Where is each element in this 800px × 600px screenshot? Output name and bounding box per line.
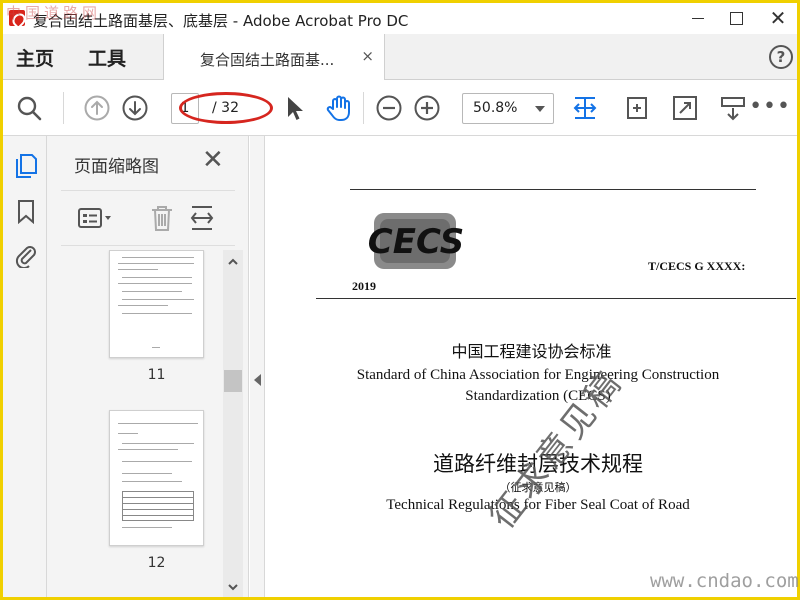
close-window-button[interactable]: ✕ [765, 6, 791, 30]
header-rule [350, 189, 756, 190]
tab-home[interactable]: 主页 [16, 44, 54, 71]
trash-icon[interactable] [149, 204, 175, 232]
more-tools-icon[interactable]: ••• [749, 94, 791, 119]
hand-icon[interactable] [325, 94, 353, 122]
thumbnail-label: 11 [147, 367, 166, 383]
tab-bar: 主页 工具 复合固结土路面基... × ? [3, 34, 797, 80]
tab-document[interactable]: 复合固结土路面基... × [163, 34, 385, 80]
organization-name-en-line2: Standardization (CECS) [465, 388, 611, 404]
rotate-view-icon[interactable] [623, 94, 651, 122]
thumbnail-label: 12 [147, 555, 166, 571]
navigation-rail [3, 136, 47, 597]
help-icon[interactable]: ? [769, 45, 793, 69]
previous-page-icon[interactable] [83, 94, 111, 122]
full-screen-icon[interactable] [671, 94, 699, 122]
search-icon[interactable] [15, 94, 43, 122]
main-toolbar: 1 / 32 50.8% ••• [3, 80, 797, 136]
chevron-down-icon [535, 106, 545, 112]
tab-tools[interactable]: 工具 [88, 44, 126, 71]
close-tab-icon[interactable]: × [361, 47, 374, 65]
maximize-button[interactable] [723, 6, 749, 30]
panel-toolbar [61, 190, 235, 246]
next-page-icon[interactable] [121, 94, 149, 122]
thumbnail-panel: 页面缩略图 ✕ 11 12 [47, 136, 249, 597]
thumbnail-scrollbar[interactable] [223, 250, 243, 597]
site-watermark-top: 中国道路网 [6, 4, 102, 22]
zoom-value: 50.8% [473, 100, 518, 116]
title-bar: 复合固结土路面基层、底基层 - Adobe Acrobat Pro DC ✕ [3, 3, 797, 34]
document-view[interactable]: CECS 2019 T/CECS G XXXX: 中国工程建设协会标准 Stan… [266, 137, 797, 597]
cecs-logo: CECS [368, 213, 464, 269]
code-rule [316, 298, 796, 299]
chevron-down-icon[interactable] [227, 581, 239, 593]
document-tab-label: 复合固结土路面基... [200, 51, 335, 69]
page-thumbnail-12[interactable] [109, 410, 204, 546]
page-thumbnails-icon[interactable] [13, 152, 39, 178]
toolbar-separator [363, 92, 364, 124]
minimize-button[interactable] [685, 6, 711, 30]
page-thumbnail-11[interactable] [109, 250, 204, 358]
document-year: 2019 [352, 279, 376, 293]
site-watermark-bottom: www.cndao.com [650, 570, 799, 592]
cursor-arrow-icon[interactable] [281, 94, 309, 122]
panel-title: 页面缩略图 [74, 157, 159, 177]
bookmark-icon[interactable] [13, 198, 39, 224]
logo-text: CECS [368, 222, 464, 262]
close-panel-icon[interactable]: ✕ [202, 147, 224, 173]
attachment-icon[interactable] [13, 242, 39, 268]
zoom-level-select[interactable]: 50.8% [462, 93, 554, 124]
organization-name-en-line1: Standard of China Association for Engine… [356, 367, 720, 383]
zoom-out-icon[interactable] [375, 94, 403, 122]
organization-name-cn: 中国工程建设协会标准 [451, 342, 612, 361]
insert-page-icon[interactable] [189, 204, 215, 232]
thumbnail-list: 11 12 [61, 250, 221, 597]
collapse-left-icon [254, 374, 261, 386]
options-menu-icon[interactable] [77, 206, 115, 232]
toolbar-separator [63, 92, 64, 124]
zoom-in-icon[interactable] [413, 94, 441, 122]
standard-code: T/CECS G XXXX: [648, 259, 746, 273]
fit-page-icon[interactable] [571, 94, 599, 122]
scroll-mode-icon[interactable] [719, 94, 747, 122]
panel-collapse-handle[interactable] [250, 136, 265, 597]
red-annotation-ellipse [179, 92, 273, 124]
scrollbar-thumb[interactable] [224, 370, 242, 392]
chevron-up-icon[interactable] [227, 256, 239, 268]
